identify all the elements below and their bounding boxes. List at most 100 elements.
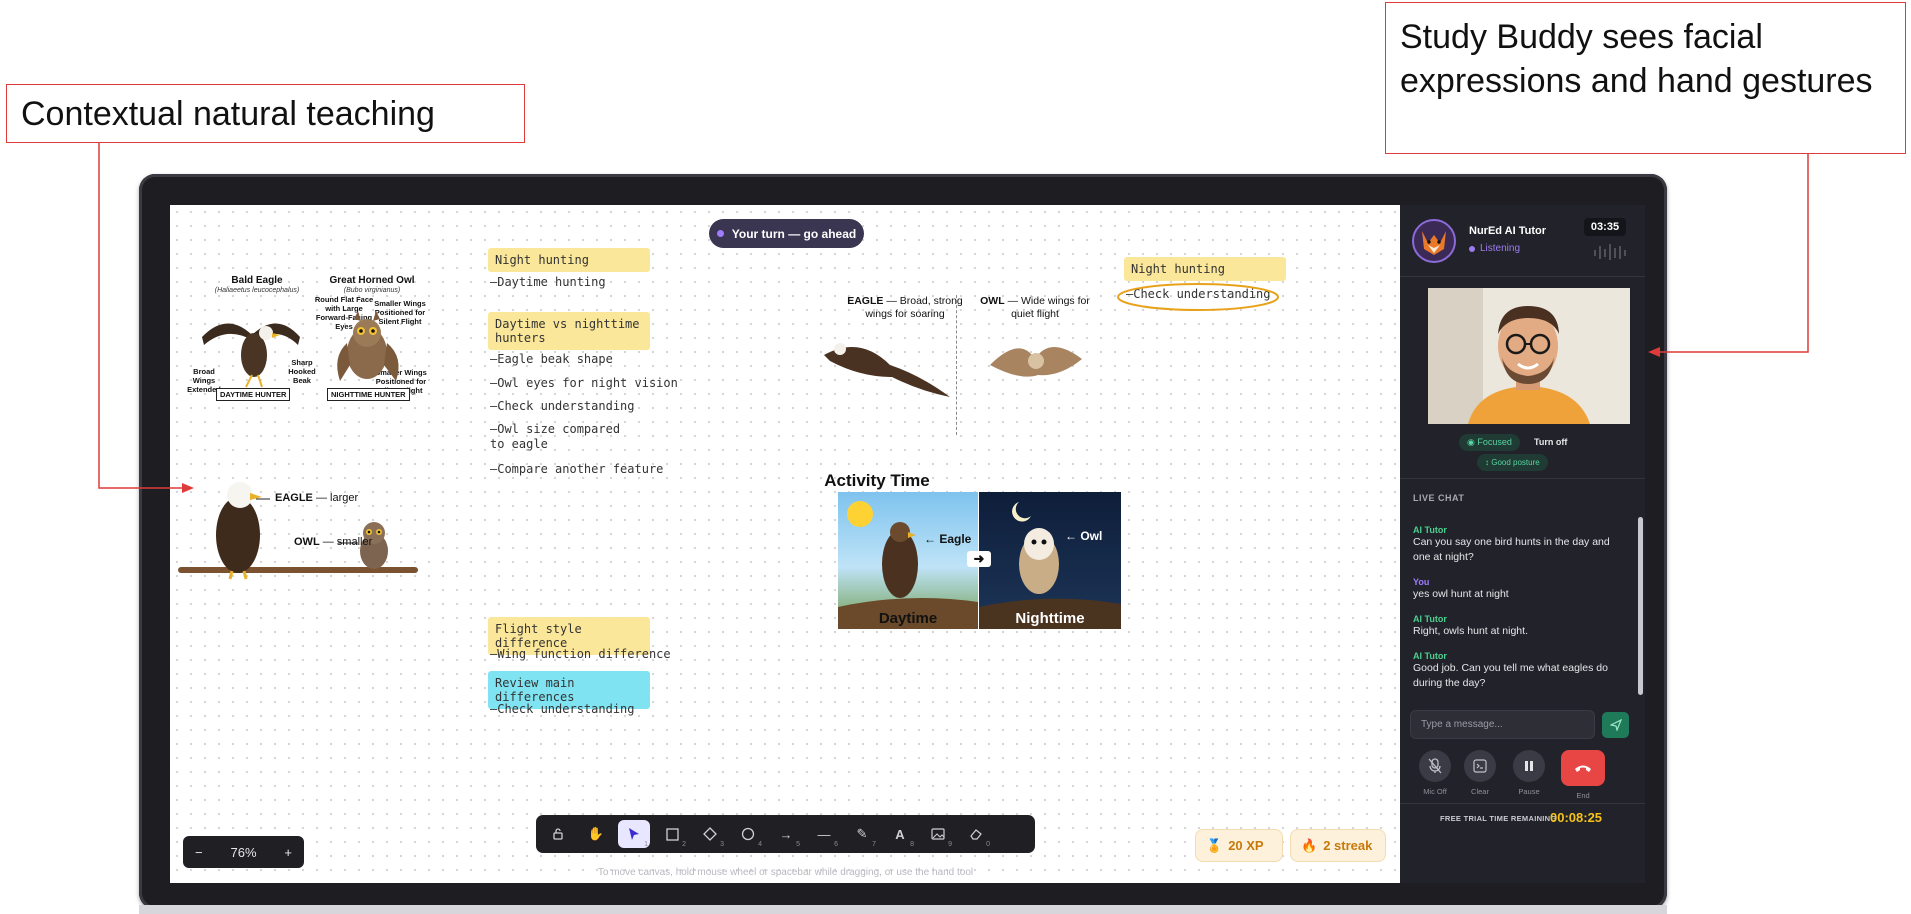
- lock-icon: [553, 828, 563, 840]
- tool-line[interactable]: —6: [808, 820, 840, 849]
- note-wing-function[interactable]: —Wing function difference: [490, 647, 671, 661]
- note-heading-day-vs-night[interactable]: Daytime vs nighttime hunters: [488, 312, 650, 350]
- flight-illustration: [824, 343, 1082, 397]
- note-daytime-hunting[interactable]: —Daytime hunting: [490, 275, 606, 289]
- send-button[interactable]: [1602, 712, 1629, 738]
- chat-separator: [1400, 478, 1645, 479]
- end-call-label: End: [1576, 791, 1590, 800]
- tool-hand[interactable]: ✋: [580, 820, 612, 848]
- activity-eagle-pointer: ← Eagle: [924, 532, 972, 546]
- chat-scrollbar[interactable]: [1638, 517, 1643, 695]
- webcam-person-image: [1428, 288, 1630, 424]
- posture-icon: ↕: [1485, 458, 1489, 467]
- turn-status-pill: Your turn — go ahead: [709, 219, 864, 248]
- trial-time: 00:08:25: [1550, 810, 1603, 825]
- pencil-icon: ✎: [856, 826, 868, 841]
- xp-icon: 🏅: [1206, 837, 1223, 853]
- activity-owl-pointer: ← Owl: [1065, 529, 1103, 543]
- tool-draw[interactable]: ✎ 7: [846, 820, 878, 848]
- note-compare-feature[interactable]: —Compare another feature: [490, 462, 663, 476]
- mic-off-icon: [1419, 750, 1451, 782]
- posture-chip-text: Good posture: [1491, 458, 1540, 467]
- activity-eagle-ptr-text: Eagle: [939, 532, 972, 546]
- pause-button[interactable]: Pause: [1510, 750, 1548, 796]
- pause-label: Pause: [1518, 787, 1540, 796]
- tool-image[interactable]: 9: [922, 820, 954, 848]
- canvas-hint: To move canvas, hold mouse wheel or spac…: [597, 867, 974, 878]
- whiteboard-canvas[interactable]: Your turn — go ahead Bald Eagle (Haliaee…: [170, 205, 1400, 883]
- chat-message: You yes owl hunt at night: [1413, 577, 1628, 602]
- chat-message: AI Tutor Right, owls hunt at night.: [1413, 614, 1628, 639]
- terminal-icon: [1473, 759, 1487, 773]
- daytime-scene: [838, 501, 978, 629]
- note2-heading-night-hunting[interactable]: Night hunting: [1124, 257, 1286, 281]
- tool-lock[interactable]: [542, 820, 574, 848]
- tool-text-num: 8: [910, 841, 914, 848]
- session-timer: 03:35: [1584, 218, 1626, 236]
- note-owl-size[interactable]: —Owl size compared to eagle: [490, 422, 640, 452]
- tool-line-num: 6: [834, 841, 838, 848]
- clear-button[interactable]: Clear: [1461, 750, 1499, 796]
- diagram-owl-title: Great Horned Owl: [329, 275, 415, 286]
- callout-left-text: Contextual natural teaching: [21, 95, 435, 133]
- chat-text: Right, owls hunt at night.: [1413, 625, 1528, 637]
- tool-arrow[interactable]: → 5: [770, 820, 802, 849]
- callout-right-text: Study Buddy sees facial expressions and …: [1400, 18, 1873, 100]
- chat-message: AI Tutor Good job. Can you tell me what …: [1413, 651, 1628, 691]
- note-heading-night-hunting[interactable]: Night hunting: [488, 248, 650, 272]
- tool-ellipse[interactable]: 4: [732, 820, 764, 848]
- tool-text[interactable]: A8: [884, 820, 916, 849]
- size-comparison-diagram[interactable]: EAGLE — larger OWL — smaller: [178, 475, 423, 605]
- eagle-owl-diagram[interactable]: Bald Eagle (Haliaeetus leucocephalus) Gr…: [182, 275, 427, 410]
- tutor-header: NurEd AI Tutor Listening 03:35: [1400, 205, 1645, 277]
- mic-off-button[interactable]: Mic Off: [1416, 750, 1454, 796]
- activity-daytime-image[interactable]: ← Eagle Daytime: [838, 492, 978, 629]
- clear-icon: [1464, 750, 1496, 782]
- note-check-understanding-1[interactable]: —Check understanding: [490, 399, 635, 413]
- streak-badge: 🔥 2 streak: [1290, 829, 1386, 862]
- send-icon: [1609, 719, 1622, 731]
- turn-status-text: Your turn — go ahead: [731, 226, 857, 241]
- note-owl-eyes[interactable]: —Owl eyes for night vision: [490, 376, 678, 390]
- line-icon: —: [817, 826, 831, 842]
- tool-diamond-num: 3: [720, 841, 724, 848]
- trial-bar: FREE TRIAL TIME REMAINING 00:08:25: [1400, 803, 1645, 830]
- diagram-eagle-title: Bald Eagle: [231, 275, 283, 286]
- diagram-eagle-latin: (Haliaeetus leucocephalus): [214, 287, 300, 294]
- zoom-in-button[interactable]: +: [284, 845, 292, 860]
- tool-select-num: 1: [644, 841, 648, 848]
- tutor-avatar: [1412, 219, 1456, 263]
- activity-daytime-caption: Daytime: [878, 610, 938, 627]
- callout-study-buddy: Study Buddy sees facial expressions and …: [1385, 2, 1906, 154]
- tool-rectangle[interactable]: 2: [656, 820, 688, 848]
- tool-select[interactable]: 1: [618, 820, 650, 848]
- activity-arrow-icon: ➜: [967, 551, 991, 567]
- note-check-understanding-2[interactable]: —Check understanding: [490, 702, 635, 716]
- trial-label: FREE TRIAL TIME REMAINING: [1440, 814, 1557, 823]
- tool-image-num: 9: [948, 841, 952, 848]
- note-eagle-beak[interactable]: —Eagle beak shape: [490, 352, 613, 366]
- diagram-owl-latin: (Bubo virginianus): [343, 287, 401, 294]
- flight-comparison[interactable]: EAGLE — Broad, strong wings for soaring …: [820, 295, 1110, 435]
- chat-messages[interactable]: AI Tutor Can you say one bird hunts in t…: [1413, 523, 1628, 703]
- chat-message: AI Tutor Can you say one bird hunts in t…: [1413, 525, 1628, 565]
- tool-diamond[interactable]: 3: [694, 820, 726, 848]
- xp-badge: 🏅 20 XP: [1195, 829, 1283, 862]
- tool-eraser[interactable]: 0: [960, 820, 992, 848]
- text-icon: A: [895, 826, 905, 842]
- owl-size-name: OWL: [294, 536, 320, 548]
- turn-off-button[interactable]: Turn off: [1526, 434, 1575, 451]
- zoom-control: − 76% +: [183, 836, 304, 868]
- xp-text: 20 XP: [1228, 838, 1264, 853]
- message-input[interactable]: Type a message...: [1410, 710, 1595, 739]
- pause-icon: [1513, 750, 1545, 782]
- clear-label: Clear: [1471, 787, 1489, 796]
- pause-bars-icon: [1525, 761, 1533, 771]
- activity-nighttime-image[interactable]: ← Owl Nighttime: [979, 492, 1121, 629]
- chat-text: Can you say one bird hunts in the day an…: [1413, 536, 1610, 563]
- zoom-out-button[interactable]: −: [195, 845, 203, 860]
- end-call-button[interactable]: End: [1561, 750, 1605, 800]
- fox-icon: [1422, 231, 1446, 255]
- chat-text: yes owl hunt at night: [1413, 588, 1509, 600]
- eye-icon: ◉: [1467, 437, 1475, 447]
